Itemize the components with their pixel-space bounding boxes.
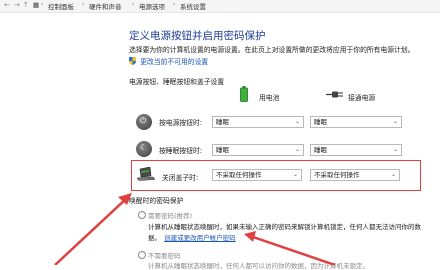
red-arrow-left [54,193,132,265]
red-arrow-right [244,231,336,265]
annotation-arrows [54,193,336,265]
